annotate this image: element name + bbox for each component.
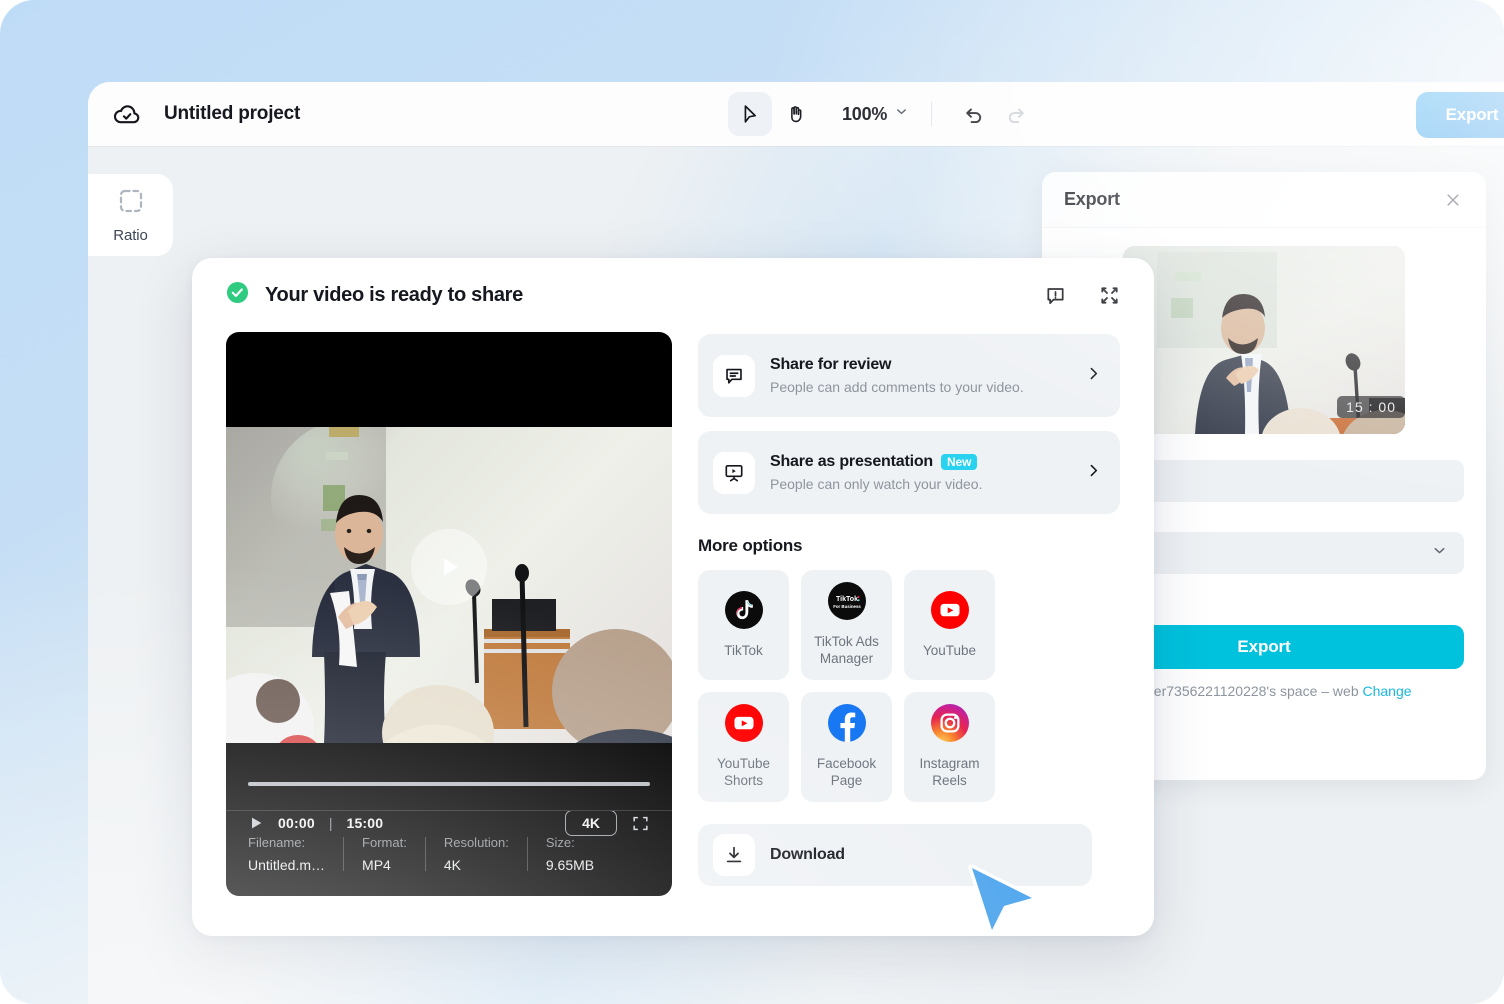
tile-label: Facebook Page (807, 756, 886, 790)
svg-text:For Business: For Business (833, 604, 861, 609)
select-tool-button[interactable] (728, 92, 772, 136)
close-icon[interactable] (1440, 187, 1466, 213)
seek-bar[interactable] (248, 782, 650, 786)
more-options-heading: More options (698, 536, 1120, 556)
video-frame[interactable] (226, 427, 672, 743)
social-tile-grid: TikTok TikTok For Business (698, 570, 1092, 802)
meta-format: Format: MP4 (362, 835, 425, 873)
status-badge: New (941, 454, 977, 470)
meta-filename: Filename: Untitled.m… (248, 835, 343, 873)
share-as-presentation-option[interactable]: Share as presentation New People can onl… (698, 431, 1120, 514)
download-icon (713, 834, 755, 876)
meta-value: Untitled.m… (248, 857, 325, 873)
tile-label: TikTok Ads Manager (807, 634, 886, 668)
app-root: Untitled project 100% (0, 0, 1504, 1004)
chevron-down-icon (894, 104, 909, 124)
meta-divider (527, 837, 528, 871)
meta-key: Size: (546, 835, 594, 850)
meta-divider (343, 837, 344, 871)
share-tile-youtube[interactable]: YouTube (904, 570, 995, 680)
meta-key: Resolution: (444, 835, 509, 850)
meta-value: 9.65MB (546, 857, 594, 873)
undo-button[interactable] (954, 94, 994, 134)
meta-key: Format: (362, 835, 407, 850)
facebook-icon (828, 704, 866, 747)
zoom-control[interactable]: 100% (842, 104, 909, 125)
top-toolbar: Untitled project 100% (88, 82, 1504, 146)
share-option-title: Share as presentation New (770, 453, 1070, 471)
tiktok-icon (725, 591, 763, 634)
share-modal-title: Your video is ready to share (265, 284, 523, 307)
thumbnail-duration-badge: 15 : 00 (1337, 396, 1405, 418)
share-tile-instagram-reels[interactable]: Instagram Reels (904, 692, 995, 802)
share-tile-tiktok[interactable]: TikTok (698, 570, 789, 680)
feedback-bubble-icon[interactable] (1040, 280, 1070, 310)
instagram-icon (931, 704, 969, 747)
share-options-column: Share for review People can add comments… (698, 332, 1120, 896)
share-option-title-text: Share for review (770, 356, 891, 374)
share-for-review-text: Share for review People can add comments… (770, 356, 1070, 395)
share-modal-header: Your video is ready to share (192, 258, 1154, 332)
video-player: 00:00 | 15:00 4K Filename: Untitled.m… (226, 332, 672, 896)
tile-label: YouTube Shorts (704, 756, 783, 790)
svg-text:TikTok: TikTok (836, 596, 858, 603)
share-tile-facebook-page[interactable]: Facebook Page (801, 692, 892, 802)
tile-label: Instagram Reels (910, 756, 989, 790)
youtube-icon (931, 591, 969, 634)
chevron-right-icon (1085, 462, 1102, 484)
ratio-frame-icon (116, 186, 146, 221)
toolbar-divider (931, 102, 932, 126)
tile-label: TikTok (724, 643, 763, 660)
youtube-shorts-icon (725, 704, 763, 747)
cloud-check-icon[interactable] (112, 99, 142, 129)
zoom-level-label: 100% (842, 104, 887, 125)
share-option-subtitle: People can add comments to your video. (770, 379, 1070, 395)
chevron-down-icon (1431, 542, 1448, 564)
export-top-button[interactable]: Export (1416, 92, 1504, 138)
meta-value: MP4 (362, 857, 407, 873)
page-title: Untitled project (164, 103, 300, 125)
share-modal-body: 00:00 | 15:00 4K Filename: Untitled.m… (192, 332, 1154, 896)
download-label: Download (770, 846, 845, 864)
collapse-icon[interactable] (1094, 280, 1124, 310)
share-modal: Your video is ready to share (192, 258, 1154, 936)
redo-button[interactable] (996, 94, 1036, 134)
meta-divider (425, 837, 426, 871)
sidebar-item-ratio[interactable]: Ratio (88, 174, 173, 256)
seek-bar-container (226, 782, 672, 786)
tiktok-ads-manager-icon: TikTok For Business (828, 582, 866, 625)
share-tile-youtube-shorts[interactable]: YouTube Shorts (698, 692, 789, 802)
download-button[interactable]: Download (698, 824, 1092, 886)
check-circle-icon (226, 281, 249, 309)
meta-value: 4K (444, 857, 509, 873)
share-option-title: Share for review (770, 356, 1070, 374)
export-panel-title: Export (1064, 189, 1120, 210)
meta-size: Size: 9.65MB (546, 835, 612, 873)
share-modal-title-group: Your video is ready to share (226, 281, 523, 309)
play-overlay-button[interactable] (411, 529, 487, 605)
share-modal-actions (1040, 280, 1124, 310)
share-as-presentation-text: Share as presentation New People can onl… (770, 453, 1070, 492)
share-option-title-text: Share as presentation (770, 453, 933, 471)
share-option-subtitle: People can only watch your video. (770, 476, 1070, 492)
hand-tool-button[interactable] (774, 92, 818, 136)
change-destination-link[interactable]: Change (1363, 683, 1412, 699)
tile-label: YouTube (923, 643, 976, 660)
tool-cluster: 100% (728, 82, 1036, 146)
comment-bubble-icon (713, 355, 755, 397)
chevron-right-icon (1085, 365, 1102, 387)
export-panel-header: Export (1042, 172, 1486, 228)
meta-resolution: Resolution: 4K (444, 835, 527, 873)
meta-key: Filename: (248, 835, 325, 850)
presentation-screen-icon (713, 452, 755, 494)
share-tile-tiktok-ads-manager[interactable]: TikTok For Business TikTok Ads Manager (801, 570, 892, 680)
video-metadata: Filename: Untitled.m… Format: MP4 Resolu… (226, 810, 672, 896)
share-for-review-option[interactable]: Share for review People can add comments… (698, 334, 1120, 417)
sidebar-item-label: Ratio (113, 227, 148, 244)
export-thumbnail: 15 : 00 (1123, 246, 1405, 434)
